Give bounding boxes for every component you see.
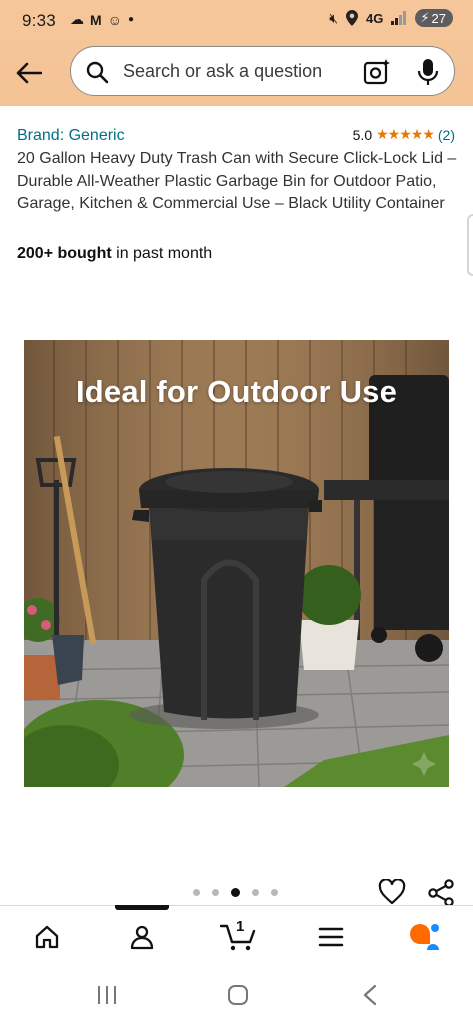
carousel-dot[interactable] <box>271 889 278 896</box>
microphone-icon[interactable] <box>417 58 439 86</box>
product-image[interactable]: Ideal for Outdoor Use <box>24 340 449 787</box>
cloud-icon: ☁ <box>70 11 84 27</box>
search-bar[interactable]: Search or ask a question <box>70 46 455 96</box>
user-icon <box>130 925 154 950</box>
brand-link[interactable]: Brand: Generic <box>17 127 125 145</box>
cart-count: 1 <box>236 918 245 935</box>
bought-period: in past month <box>111 245 213 262</box>
rating-value: 5.0 <box>352 126 373 143</box>
battery-level: 27 <box>431 10 446 26</box>
bought-in-past-month: 200+ bought in past month <box>17 245 212 263</box>
rating-summary[interactable]: 5.0 ★★★★★ (2) <box>353 126 455 143</box>
mute-icon: 🔇︎ <box>329 9 339 26</box>
mail-icon: M <box>90 11 102 28</box>
arrow-left-icon <box>16 62 42 84</box>
face-icon: ☺ <box>107 11 122 28</box>
battery-indicator: ⚡ 27 <box>415 9 453 27</box>
location-icon <box>346 10 359 26</box>
home-button-icon[interactable] <box>227 984 249 1006</box>
dot-icon: ● <box>127 14 135 25</box>
rufus-assistant-icon <box>410 924 439 950</box>
image-carousel-dots <box>193 888 278 897</box>
status-notification-icons: ☁ M ☺ ● <box>70 11 134 28</box>
signal-icon <box>391 11 407 25</box>
image-overlay-caption: Ideal for Outdoor Use <box>75 374 398 409</box>
nav-account[interactable] <box>125 920 159 954</box>
nav-home[interactable] <box>30 920 64 954</box>
back-nav-icon[interactable] <box>362 984 378 1006</box>
charging-icon: ⚡ <box>420 10 430 25</box>
network-type: 4G <box>366 10 384 26</box>
scroll-handle[interactable] <box>467 214 473 276</box>
nav-menu[interactable] <box>314 920 348 954</box>
menu-icon <box>318 927 344 947</box>
status-bar: 9:33 ☁ M ☺ ● 🔇︎ 4G ⚡ 27 <box>0 0 473 40</box>
search-input[interactable]: Search or ask a question <box>123 61 322 82</box>
carousel-dot[interactable] <box>212 889 219 896</box>
heart-icon[interactable] <box>378 879 406 905</box>
status-right-icons: 🔇︎ 4G ⚡ 27 <box>329 9 453 27</box>
search-icon <box>86 61 109 84</box>
home-icon <box>35 925 59 949</box>
product-title: 20 Gallon Heavy Duty Trash Can with Secu… <box>17 150 457 212</box>
rating-count[interactable]: (2) <box>438 127 455 143</box>
bought-count: 200+ bought <box>17 245 112 262</box>
back-button[interactable] <box>12 56 46 90</box>
nav-rufus[interactable] <box>408 920 442 954</box>
app-header: 9:33 ☁ M ☺ ● 🔇︎ 4G ⚡ 27 Search or ask a <box>0 0 473 106</box>
carousel-dot[interactable] <box>252 889 259 896</box>
carousel-dot[interactable] <box>193 889 200 896</box>
star-rating-icon: ★★★★★ <box>376 126 435 142</box>
recent-apps-icon[interactable] <box>95 984 119 1006</box>
status-time: 9:33 <box>22 11 56 30</box>
camera-search-icon[interactable] <box>363 58 391 86</box>
share-icon[interactable] <box>427 879 455 907</box>
carousel-dot-active[interactable] <box>231 888 240 897</box>
active-tab-indicator <box>115 905 169 910</box>
